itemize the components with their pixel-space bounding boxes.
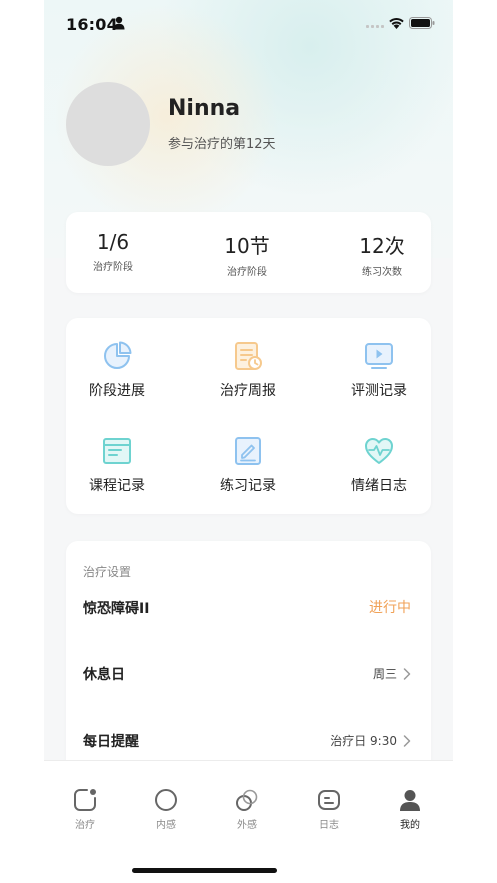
tab-treatment[interactable]: 治疗: [55, 787, 115, 831]
status-time: 16:04: [66, 15, 118, 34]
menu-label: 情绪日志: [351, 478, 407, 494]
avatar[interactable]: [66, 82, 150, 166]
bottom-tab-bar: 治疗 内感 外感 日志 我的: [44, 760, 453, 883]
stats-card: 1/6 治疗阶段 10节 治疗阶段 12次 练习次数: [66, 212, 431, 293]
home-indicator[interactable]: [132, 868, 277, 873]
setting-value-wrap: 周三: [373, 665, 411, 682]
stat-practice-count: 12次 练习次数: [322, 230, 442, 278]
person-icon: [113, 16, 125, 30]
settings-section-title: 治疗设置: [83, 565, 132, 579]
tab-mine[interactable]: 我的: [380, 787, 440, 831]
stat-label: 练习次数: [362, 267, 402, 278]
phone-frame: 16:04 Ninna 参与治疗的第12天 1/6 治疗阶段 10节 治疗阶段 …: [0, 0, 497, 883]
menu-label: 课程记录: [89, 478, 145, 494]
stat-label: 治疗阶段: [93, 262, 133, 273]
circle-icon: [155, 789, 177, 811]
overlapping-circles-icon: [236, 789, 258, 811]
tab-label: 日志: [319, 820, 339, 831]
setting-name: 休息日: [83, 667, 125, 683]
tab-label: 治疗: [75, 820, 95, 831]
menu-label: 阶段进展: [89, 383, 145, 399]
menu-weekly-report[interactable]: 治疗周报: [188, 340, 308, 400]
status-badge: 进行中: [369, 600, 411, 616]
menu-emotion-log[interactable]: 情绪日志: [319, 435, 439, 495]
tab-exteroceptive[interactable]: 外感: [217, 787, 277, 831]
tab-interoceptive[interactable]: 内感: [136, 787, 196, 831]
journal-icon: [318, 790, 340, 810]
video-play-icon: [365, 343, 393, 369]
records-menu-card: 阶段进展 治疗周报 评测记录 课程记录 练习记录 情绪日志: [66, 318, 431, 514]
menu-stage-progress[interactable]: 阶段进展: [57, 340, 177, 400]
setting-row-rest-day[interactable]: 休息日 周三: [66, 654, 431, 694]
menu-practice-records[interactable]: 练习记录: [188, 435, 308, 495]
stat-sessions: 10节 治疗阶段: [187, 230, 307, 278]
tab-journal[interactable]: 日志: [299, 787, 359, 831]
setting-name: 惊恐障碍II: [83, 601, 150, 617]
stat-value: 1/6: [96, 230, 130, 254]
battery-icon: [409, 17, 435, 29]
notebook-icon: [103, 438, 131, 464]
therapy-day-count: 参与治疗的第12天: [168, 137, 276, 152]
chevron-right-icon: [403, 734, 411, 747]
profile-icon: [400, 790, 420, 811]
setting-row-daily-reminder[interactable]: 每日提醒 治疗日 9:30: [66, 721, 431, 761]
treatment-icon: [74, 789, 96, 811]
heart-pulse-icon: [365, 438, 393, 464]
wifi-icon: [389, 17, 404, 29]
setting-row-program[interactable]: 惊恐障碍II 进行中: [66, 588, 431, 628]
user-name: Ninna: [168, 96, 241, 121]
stat-label: 治疗阶段: [227, 267, 267, 278]
menu-label: 治疗周报: [220, 383, 276, 399]
tab-label: 我的: [400, 820, 420, 831]
tab-label: 内感: [156, 820, 176, 831]
report-icon: [235, 342, 262, 370]
setting-value-wrap: 治疗日 9:30: [330, 732, 411, 749]
setting-value: 治疗日 9:30: [330, 734, 397, 748]
status-bar: 16:04: [44, 0, 453, 48]
stat-value: 10节: [224, 234, 270, 258]
menu-course-records[interactable]: 课程记录: [57, 435, 177, 495]
cellular-signal-icon: [366, 25, 384, 28]
menu-label: 评测记录: [351, 383, 407, 399]
menu-label: 练习记录: [220, 478, 276, 494]
edit-note-icon: [235, 437, 261, 465]
app-screen: 16:04 Ninna 参与治疗的第12天 1/6 治疗阶段 10节 治疗阶段 …: [44, 0, 453, 883]
stat-value: 12次: [359, 234, 405, 258]
menu-assessment-records[interactable]: 评测记录: [319, 340, 439, 400]
stat-stage: 1/6 治疗阶段: [53, 230, 173, 273]
pie-chart-icon: [104, 341, 132, 369]
setting-name: 每日提醒: [83, 734, 139, 750]
chevron-right-icon: [403, 667, 411, 680]
tab-label: 外感: [237, 820, 257, 831]
setting-value: 周三: [372, 667, 397, 681]
